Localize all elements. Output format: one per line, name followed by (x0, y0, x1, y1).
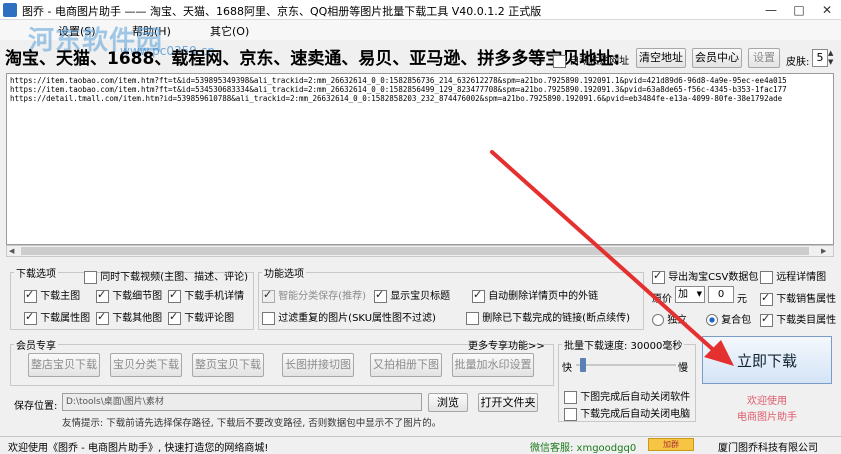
checkbox-icon (84, 270, 97, 284)
checkbox-icon (760, 312, 773, 327)
scroll-left-icon[interactable]: ◀ (9, 247, 21, 255)
dropdown-arrow-icon: ▼ (696, 290, 702, 298)
watermark-settings-button[interactable]: 批量加水印设置 (452, 353, 534, 377)
auto-paste-checkbox[interactable]: 自动粘贴网址 (553, 52, 629, 68)
show-title-checkbox[interactable]: 显示宝贝标题 (374, 287, 450, 303)
speed-slider-track[interactable] (576, 364, 676, 366)
scroll-right-icon[interactable]: ▶ (821, 247, 833, 255)
speed-slider-handle[interactable] (580, 358, 586, 372)
video-download-checkbox[interactable]: 同时下载视频(主图、描述、评论) (84, 268, 248, 284)
independent-radio[interactable]: 独立 (652, 311, 687, 326)
category-download-button[interactable]: 宝贝分类下载 (110, 353, 182, 377)
skin-label: 皮肤: (786, 57, 810, 68)
radio-selected-icon (706, 314, 718, 326)
combined-radio[interactable]: 复合包 (706, 311, 751, 326)
price-label: 原价 (652, 294, 672, 305)
checkbox-icon (168, 288, 181, 303)
price-operator-select[interactable]: 加 ▼ (675, 286, 705, 303)
checkbox-icon (760, 270, 773, 284)
sales-attr-checkbox[interactable]: 下载销售属性 (760, 290, 836, 306)
member-title: 会员专享 (14, 337, 58, 352)
welcome-line1: 欢迎使用 (747, 396, 787, 407)
member-center-button[interactable]: 会员中心 (692, 48, 742, 68)
radio-icon (652, 314, 664, 326)
save-path-input[interactable]: D:\tools\桌面\图片\素材 (62, 393, 422, 411)
checkbox-icon (262, 311, 275, 325)
join-qq-group-icon[interactable]: 加群 (648, 438, 694, 451)
checkbox-icon (168, 310, 181, 325)
smart-save-checkbox[interactable]: 智能分类保存(推荐) (262, 287, 366, 303)
checkbox-icon (96, 288, 109, 303)
menu-other[interactable]: 其它(O) (210, 23, 249, 39)
upai-album-button[interactable]: 又拍相册下图 (370, 353, 442, 377)
title-bar: 图乔 - 电商图片助手 —— 淘宝、天猫、1688阿里、京东、QQ相册等图片批量… (0, 0, 841, 20)
download-review-checkbox[interactable]: 下载评论图 (168, 309, 234, 325)
download-other-checkbox[interactable]: 下载其他图 (96, 309, 162, 325)
more-features-link[interactable]: 更多专享功能>> (468, 337, 545, 352)
download-now-button[interactable]: 立即下载 (702, 336, 832, 384)
filter-duplicate-checkbox[interactable]: 过滤重复的图片(SKU属性图不过滤) (262, 309, 436, 325)
horizontal-scrollbar[interactable]: ◀ ▶ (6, 245, 834, 257)
download-detail-checkbox[interactable]: 下载细节图 (96, 287, 162, 303)
app-icon (3, 3, 17, 17)
shop-download-button[interactable]: 整店宝贝下载 (28, 353, 100, 377)
save-tip: 友情提示: 下载前请先选择保存路径, 下载后不要改变路径, 否则数据包中显示不了… (62, 418, 442, 429)
download-main-checkbox[interactable]: 下载主图 (24, 287, 80, 303)
url-input-label: 淘宝、天猫、1688、载程网、京东、速卖通、易贝、亚马逊、拼多多等宝贝地址: (5, 49, 621, 69)
open-folder-button[interactable]: 打开文件夹 (478, 393, 538, 412)
download-attr-checkbox[interactable]: 下载属性图 (24, 309, 90, 325)
skin-spinner-icon[interactable]: ▲ ▼ (828, 49, 836, 67)
skin-select[interactable]: 5 (812, 49, 828, 67)
welcome-line2: 电商图片助手 (737, 412, 797, 423)
maximize-button[interactable]: □ (785, 0, 813, 20)
function-options-title: 功能选项 (262, 265, 306, 280)
auto-shutdown-checkbox[interactable]: 下载完成后自动关闭电脑 (564, 405, 690, 421)
download-options-title: 下载选项 (14, 265, 58, 280)
scroll-thumb[interactable] (21, 247, 809, 255)
settings-button[interactable]: 设置 (748, 48, 780, 68)
browse-button[interactable]: 浏览 (428, 393, 468, 412)
url-line: https://item.taobao.com/item.htm?ft=t&id… (10, 76, 787, 85)
checkbox-icon (374, 288, 387, 303)
window-title: 图乔 - 电商图片助手 —— 淘宝、天猫、1688阿里、京东、QQ相册等图片批量… (22, 5, 542, 18)
url-line: https://detail.tmall.com/item.htm?id=539… (10, 94, 783, 103)
speed-fast-label: 快 (562, 363, 572, 374)
checkbox-icon (24, 310, 37, 325)
status-bar: 欢迎使用《图乔 - 电商图片助手》, 快速打造您的网络商城! 微信客服: xmg… (0, 436, 841, 454)
save-location-label: 保存位置: (14, 401, 58, 412)
auto-close-software-checkbox[interactable]: 下图完成后自动关闭软件 (564, 388, 690, 404)
remove-links-checkbox[interactable]: 自动删除详情页中的外链 (472, 287, 598, 303)
checkbox-icon (760, 291, 773, 306)
speed-title: 批量下载速度: 30000毫秒 (562, 337, 685, 352)
checkbox-icon (472, 288, 485, 303)
checkbox-icon (652, 269, 665, 284)
export-csv-checkbox[interactable]: 导出淘宝CSV数据包 (652, 268, 758, 284)
checkbox-icon (96, 310, 109, 325)
checkbox-icon (24, 288, 37, 303)
minimize-button[interactable]: — (757, 0, 785, 20)
category-attr-checkbox[interactable]: 下载类目属性 (760, 311, 836, 327)
url-line: https://item.taobao.com/item.htm?ft=t&id… (10, 85, 787, 94)
remote-detail-checkbox[interactable]: 远程详情图 (760, 268, 826, 284)
checkbox-icon (564, 390, 577, 404)
speed-slow-label: 慢 (678, 363, 688, 374)
delete-done-links-checkbox[interactable]: 删除已下载完成的链接(断点续传) (466, 309, 630, 325)
clear-urls-button[interactable]: 清空地址 (636, 48, 686, 68)
download-mobile-detail-checkbox[interactable]: 下载手机详情 (168, 287, 244, 303)
long-image-button[interactable]: 长图拼接切图 (282, 353, 354, 377)
checkbox-icon (262, 288, 275, 303)
checkbox-icon (553, 54, 566, 68)
url-textarea[interactable]: https://item.taobao.com/item.htm?ft=t&id… (6, 73, 834, 245)
page-download-button[interactable]: 整页宝贝下载 (192, 353, 264, 377)
checkbox-icon (466, 311, 479, 325)
checkbox-icon (564, 407, 577, 421)
close-button[interactable]: ✕ (813, 0, 841, 20)
price-unit: 元 (737, 294, 747, 305)
price-value-input[interactable]: 0 (708, 286, 734, 303)
